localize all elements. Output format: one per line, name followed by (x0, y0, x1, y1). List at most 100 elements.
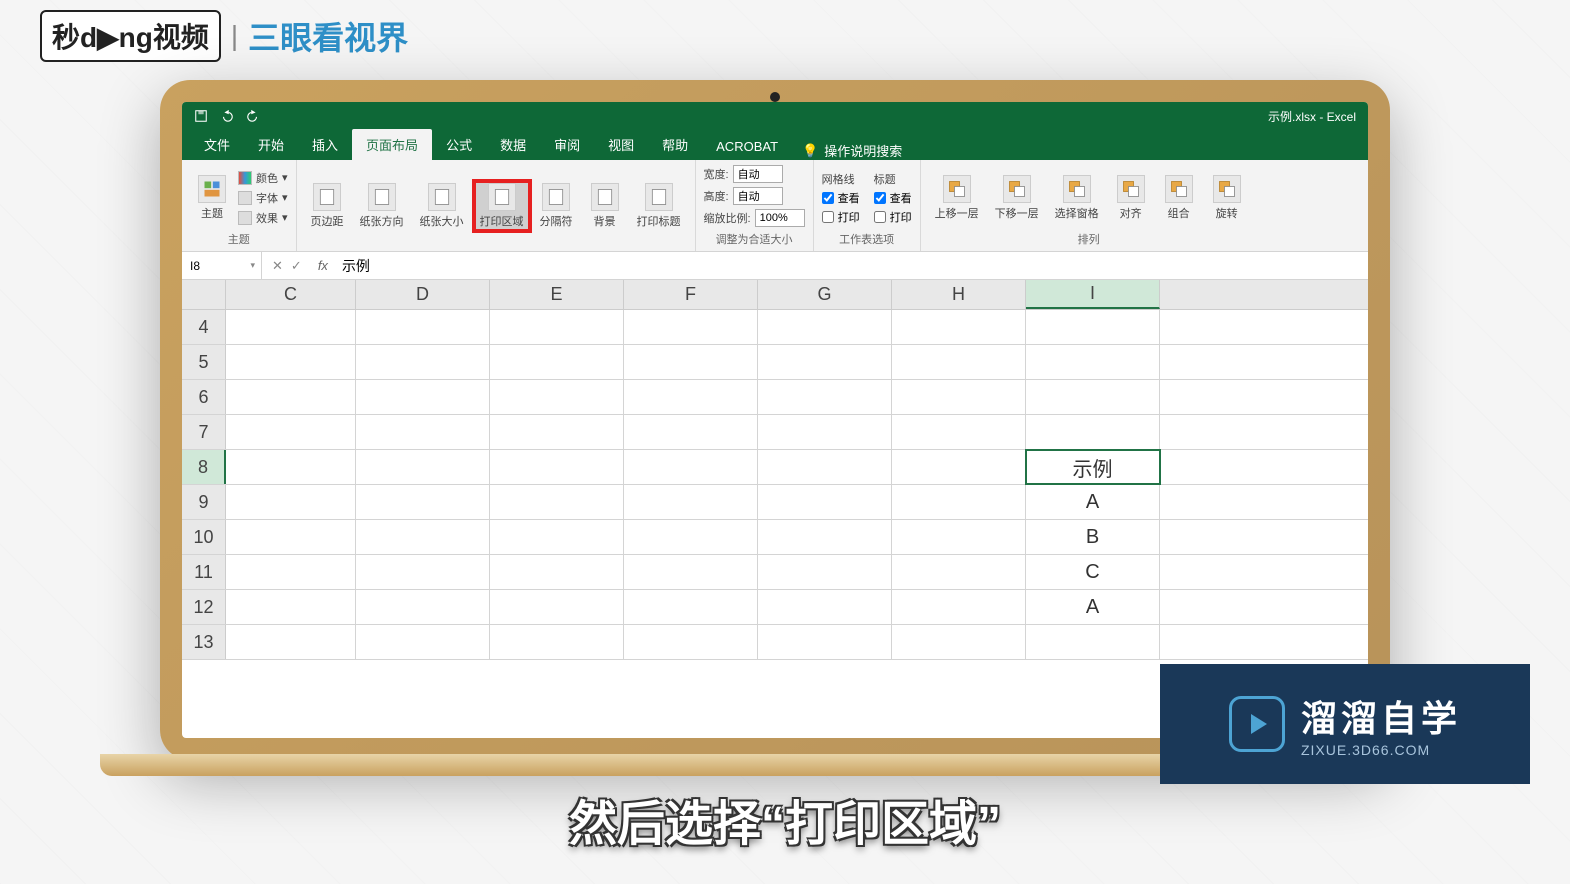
cell-I7[interactable] (1026, 415, 1160, 449)
cell-D12[interactable] (356, 590, 490, 624)
tab-视图[interactable]: 视图 (594, 129, 648, 160)
cell-H13[interactable] (892, 625, 1026, 659)
cell-E8[interactable] (490, 450, 624, 484)
cell-H4[interactable] (892, 310, 1026, 344)
scale-control[interactable]: 缩放比例: (704, 208, 805, 228)
redo-icon[interactable] (246, 109, 260, 123)
column-header-G[interactable]: G (758, 280, 892, 309)
page-setup-打印标题[interactable]: 打印标题 (631, 181, 687, 231)
cell-F11[interactable] (624, 555, 758, 589)
row-header-7[interactable]: 7 (182, 415, 226, 449)
page-setup-背景[interactable]: 背景 (583, 181, 627, 231)
row-header-13[interactable]: 13 (182, 625, 226, 659)
column-header-C[interactable]: C (226, 280, 356, 309)
cell-H11[interactable] (892, 555, 1026, 589)
width-control[interactable]: 宽度: (704, 164, 783, 184)
cell-F13[interactable] (624, 625, 758, 659)
cell-F12[interactable] (624, 590, 758, 624)
row-header-9[interactable]: 9 (182, 485, 226, 519)
cell-C12[interactable] (226, 590, 356, 624)
undo-icon[interactable] (220, 109, 234, 123)
arrange-上移一层[interactable]: 上移一层 (929, 173, 985, 223)
cell-G8[interactable] (758, 450, 892, 484)
select-all-corner[interactable] (182, 280, 226, 309)
cell-G10[interactable] (758, 520, 892, 554)
cell-D4[interactable] (356, 310, 490, 344)
cell-G12[interactable] (758, 590, 892, 624)
cell-E7[interactable] (490, 415, 624, 449)
save-icon[interactable] (194, 109, 208, 123)
tab-插入[interactable]: 插入 (298, 129, 352, 160)
tab-ACROBAT[interactable]: ACROBAT (702, 133, 792, 160)
cell-I8[interactable]: 示例 (1026, 450, 1160, 484)
cell-G11[interactable] (758, 555, 892, 589)
tab-审阅[interactable]: 审阅 (540, 129, 594, 160)
column-header-F[interactable]: F (624, 280, 758, 309)
cell-I9[interactable]: A (1026, 485, 1160, 519)
cell-C8[interactable] (226, 450, 356, 484)
cell-G7[interactable] (758, 415, 892, 449)
tab-帮助[interactable]: 帮助 (648, 129, 702, 160)
column-header-I[interactable]: I (1026, 280, 1160, 309)
cell-H5[interactable] (892, 345, 1026, 379)
cell-I10[interactable]: B (1026, 520, 1160, 554)
effects-button[interactable]: 效果 ▾ (238, 209, 288, 227)
cell-G13[interactable] (758, 625, 892, 659)
formula-input[interactable] (334, 258, 1368, 274)
cell-G5[interactable] (758, 345, 892, 379)
gridlines-view-checkbox[interactable]: 查看 (822, 190, 860, 206)
gridlines-print-checkbox[interactable]: 打印 (822, 209, 860, 225)
tab-文件[interactable]: 文件 (190, 129, 244, 160)
row-header-6[interactable]: 6 (182, 380, 226, 414)
headings-print-checkbox[interactable]: 打印 (874, 209, 912, 225)
arrange-旋转[interactable]: 旋转 (1205, 173, 1249, 223)
page-setup-分隔符[interactable]: 分隔符 (534, 181, 579, 231)
cell-D10[interactable] (356, 520, 490, 554)
cell-F4[interactable] (624, 310, 758, 344)
cell-E6[interactable] (490, 380, 624, 414)
cell-I13[interactable] (1026, 625, 1160, 659)
cell-E4[interactable] (490, 310, 624, 344)
cell-D13[interactable] (356, 625, 490, 659)
cell-C6[interactable] (226, 380, 356, 414)
row-header-4[interactable]: 4 (182, 310, 226, 344)
cell-C7[interactable] (226, 415, 356, 449)
cell-I4[interactable] (1026, 310, 1160, 344)
height-control[interactable]: 高度: (704, 186, 783, 206)
cell-G6[interactable] (758, 380, 892, 414)
page-setup-页边距[interactable]: 页边距 (305, 181, 350, 231)
row-header-10[interactable]: 10 (182, 520, 226, 554)
cell-H9[interactable] (892, 485, 1026, 519)
cell-E10[interactable] (490, 520, 624, 554)
cell-H6[interactable] (892, 380, 1026, 414)
cell-F9[interactable] (624, 485, 758, 519)
cell-D8[interactable] (356, 450, 490, 484)
height-input[interactable] (733, 187, 783, 205)
cell-E11[interactable] (490, 555, 624, 589)
arrange-下移一层[interactable]: 下移一层 (989, 173, 1045, 223)
row-header-12[interactable]: 12 (182, 590, 226, 624)
column-header-E[interactable]: E (490, 280, 624, 309)
cell-H7[interactable] (892, 415, 1026, 449)
cell-F7[interactable] (624, 415, 758, 449)
cell-D6[interactable] (356, 380, 490, 414)
cancel-formula-icon[interactable]: ✕ (272, 258, 283, 274)
scale-input[interactable] (755, 209, 805, 227)
accept-formula-icon[interactable]: ✓ (291, 258, 302, 274)
column-header-H[interactable]: H (892, 280, 1026, 309)
headings-view-checkbox[interactable]: 查看 (874, 190, 912, 206)
page-setup-打印区域[interactable]: 打印区域 (474, 181, 530, 231)
row-header-11[interactable]: 11 (182, 555, 226, 589)
cell-C5[interactable] (226, 345, 356, 379)
cell-I12[interactable]: A (1026, 590, 1160, 624)
cell-I6[interactable] (1026, 380, 1160, 414)
cell-E5[interactable] (490, 345, 624, 379)
cell-G9[interactable] (758, 485, 892, 519)
width-input[interactable] (733, 165, 783, 183)
cell-D7[interactable] (356, 415, 490, 449)
row-header-5[interactable]: 5 (182, 345, 226, 379)
tab-公式[interactable]: 公式 (432, 129, 486, 160)
cell-I11[interactable]: C (1026, 555, 1160, 589)
cell-I5[interactable] (1026, 345, 1160, 379)
themes-button[interactable]: 主题 (190, 173, 234, 223)
